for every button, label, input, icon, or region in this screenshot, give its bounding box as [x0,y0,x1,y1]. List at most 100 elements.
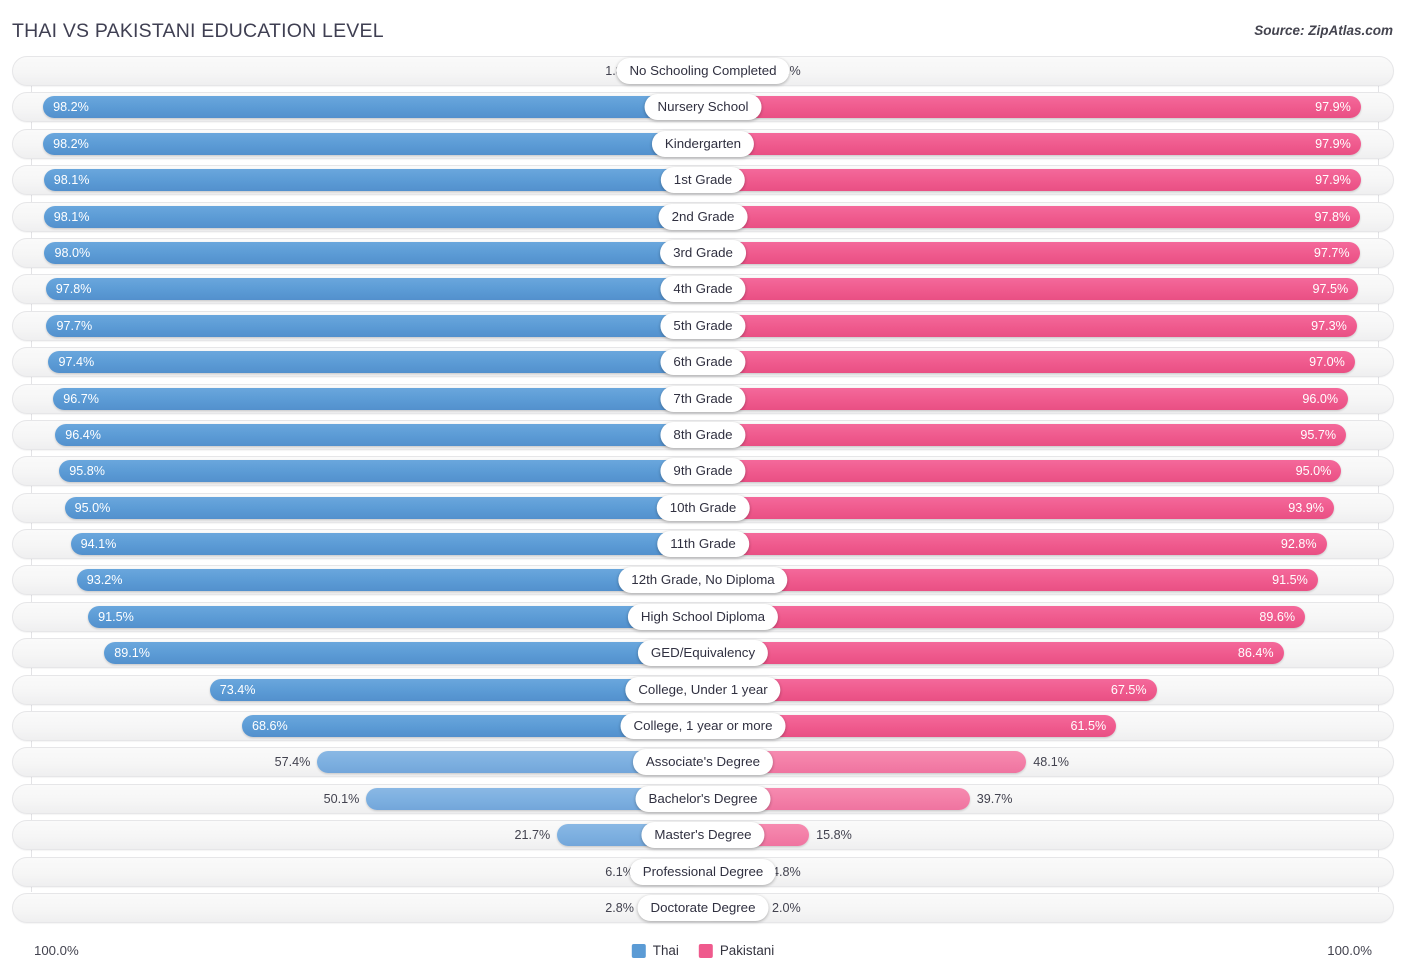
pakistani-bar[interactable] [703,132,1361,155]
thai-value-label: 21.7% [514,828,551,843]
pakistani-bar[interactable] [703,205,1361,228]
bar-row: 98.0% 97.7% 3rd Grade [12,237,1394,268]
pakistani-bar-group: 86.4% [703,642,1284,665]
category-label: Bachelor's Degree [635,785,771,812]
category-label: Kindergarten [651,130,755,157]
category-label: 9th Grade [660,458,746,485]
thai-value-label: 89.1% [114,646,150,661]
thai-bar[interactable] [46,314,703,337]
category-label: Associate's Degree [632,749,774,776]
pakistani-value-label: 15.8% [816,828,852,843]
page-title: THAI VS PAKISTANI EDUCATION LEVEL [12,20,384,42]
pakistani-value-label: 97.9% [1315,173,1351,188]
thai-value-label: 73.4% [219,682,256,697]
pakistani-value-label: 97.5% [1312,282,1349,297]
thai-value-label: 95.8% [69,464,105,479]
thai-value-label: 97.7% [56,318,93,333]
pakistani-bar-group: 91.5% [703,569,1318,592]
pakistani-bar[interactable] [703,387,1349,410]
category-label: Nursery School [644,94,762,121]
bar-row: 96.7% 96.0% 7th Grade [12,383,1394,414]
pakistani-bar[interactable] [703,423,1347,446]
legend-label: Pakistani [719,943,775,958]
category-label: 3rd Grade [660,239,746,266]
thai-bar[interactable] [44,241,703,264]
pakistani-value-label: 92.8% [1280,537,1317,552]
thai-value-label: 96.4% [65,427,101,442]
pakistani-bar-group: 97.9% [703,169,1361,192]
pakistani-value-label: 95.7% [1300,427,1337,442]
pakistani-bar[interactable] [703,569,1318,592]
thai-bar[interactable] [55,423,703,446]
pakistani-bar[interactable] [703,241,1360,264]
thai-bar-group: 95.0% [64,496,703,519]
thai-bar[interactable] [64,496,703,519]
thai-bar[interactable] [48,351,703,374]
legend-swatch-icon [631,944,646,958]
thai-bar[interactable] [43,96,703,119]
pakistani-bar[interactable] [703,169,1361,192]
thai-bar-group: 98.2% [43,96,703,119]
pakistani-bar[interactable] [703,351,1355,374]
pakistani-value-label: 97.7% [1313,245,1350,260]
legend-item-thai[interactable]: Thai [631,939,679,963]
pakistani-bar[interactable] [703,642,1284,665]
thai-bar-group: 98.2% [43,132,703,155]
thai-value-label: 57.4% [274,755,311,770]
category-label: 1st Grade [660,167,746,194]
bar-row: 1.8%2.1%No Schooling Completed [12,56,1394,86]
legend-item-pak[interactable]: Pakistani [698,939,775,963]
pakistani-value-label: 67.5% [1110,682,1147,697]
pakistani-bar-group: 93.9% [703,496,1334,519]
pakistani-bar-group: 97.9% [703,96,1361,119]
pakistani-bar[interactable] [703,96,1361,119]
thai-bar[interactable] [43,169,703,192]
thai-value-label: 93.2% [86,573,123,588]
chart-footer: 100.0% Thai Pakistani 100.0% [12,939,1394,963]
thai-bar[interactable] [43,132,703,155]
bar-row: 98.1% 97.9% 1st Grade [12,165,1394,196]
thai-bar[interactable] [53,387,703,410]
pakistani-value-label: 61.5% [1070,719,1107,734]
pakistani-bar[interactable] [703,278,1359,301]
pakistani-bar-group: 96.0% [703,387,1349,410]
thai-bar[interactable] [76,569,703,592]
chart-legend: Thai Pakistani [631,939,775,963]
pakistani-bar-group: 97.9% [703,132,1361,155]
thai-value-label: 94.1% [80,537,117,552]
thai-bar-group: 98.1% [43,169,703,192]
pakistani-bar[interactable] [703,496,1334,519]
pakistani-bar[interactable] [703,533,1327,556]
pakistani-value-label: 96.0% [1302,391,1339,406]
category-label: 11th Grade [657,531,749,558]
thai-value-label: 98.1% [53,209,90,224]
thai-bar[interactable] [45,278,703,301]
thai-bar-group: 91.5% [88,605,703,628]
pakistani-value-label: 4.8% [772,864,801,879]
category-label: High School Diploma [627,603,779,630]
pakistani-bar[interactable] [703,460,1342,483]
thai-value-label: 98.2% [53,100,89,115]
thai-bar[interactable] [70,533,703,556]
pakistani-value-label: 91.5% [1272,573,1308,588]
thai-bar[interactable] [59,460,703,483]
thai-value-label: 95.0% [74,500,111,515]
category-label: College, 1 year or more [620,713,786,740]
bar-row: 89.1% 86.4% GED/Equivalency [12,638,1394,669]
bar-row: 98.2% 97.9% Kindergarten [12,128,1394,159]
thai-bar[interactable] [104,642,703,665]
pakistani-bar[interactable] [703,314,1357,337]
bar-row: 97.8% 97.5% 4th Grade [12,274,1394,305]
thai-value-label: 91.5% [98,609,134,624]
legend-swatch-icon [698,944,713,958]
pakistani-bar-group: 97.8% [703,205,1361,228]
pakistani-value-label: 89.6% [1259,609,1296,624]
source-attribution: Source: ZipAtlas.com [1254,23,1393,38]
thai-value-label: 98.2% [53,136,89,151]
bar-row: 2.8% 2.0% Doctorate Degree [12,892,1394,923]
pakistani-value-label: 48.1% [1033,755,1069,770]
thai-bar[interactable] [88,605,703,628]
pakistani-value-label: 2.0% [772,900,801,915]
pakistani-bar[interactable] [703,605,1306,628]
thai-bar[interactable] [43,205,703,228]
